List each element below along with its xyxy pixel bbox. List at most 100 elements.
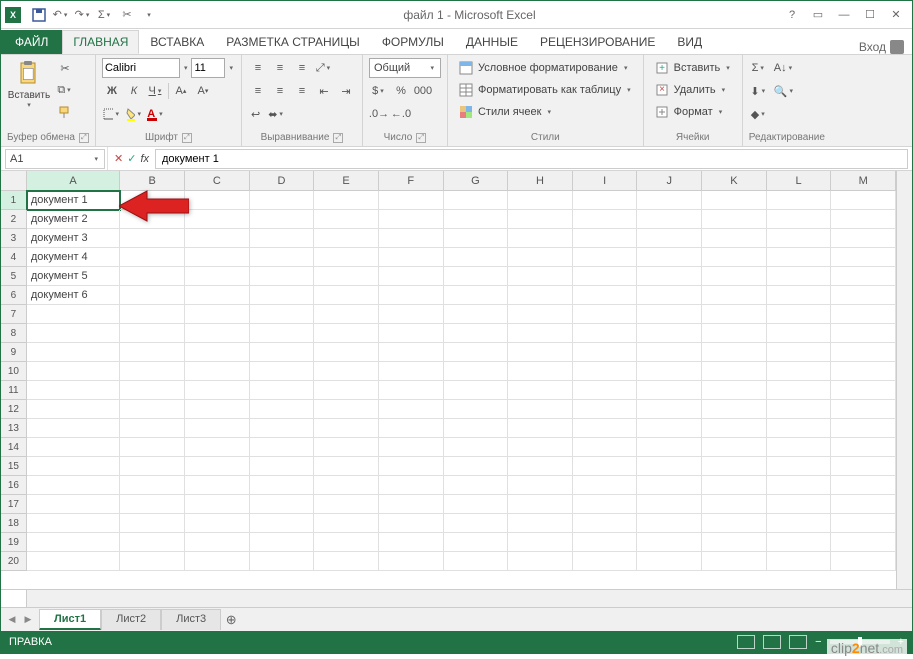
cell[interactable] [508, 381, 573, 400]
paste-button[interactable]: Вставить ▾ [7, 58, 51, 130]
cell[interactable] [314, 400, 379, 419]
column-header[interactable]: D [250, 171, 315, 190]
cell[interactable] [120, 533, 185, 552]
cell[interactable] [831, 476, 896, 495]
cell[interactable] [185, 514, 250, 533]
cell[interactable] [508, 286, 573, 305]
cell[interactable] [444, 248, 509, 267]
cell[interactable] [444, 495, 509, 514]
cell[interactable] [250, 210, 315, 229]
currency-button[interactable]: $▾ [369, 81, 389, 101]
row-header[interactable]: 14 [1, 438, 27, 457]
column-header[interactable]: I [573, 171, 638, 190]
cell[interactable] [508, 438, 573, 457]
row-header[interactable]: 1 [1, 191, 27, 210]
number-format-select[interactable]: Общий▾ [369, 58, 441, 78]
cell[interactable] [637, 324, 702, 343]
row-header[interactable]: 18 [1, 514, 27, 533]
cell[interactable] [702, 229, 767, 248]
column-header[interactable]: K [702, 171, 767, 190]
cell[interactable] [508, 419, 573, 438]
cell[interactable] [185, 286, 250, 305]
cell[interactable] [702, 495, 767, 514]
cell[interactable] [314, 324, 379, 343]
row-header[interactable]: 9 [1, 343, 27, 362]
row-header[interactable]: 7 [1, 305, 27, 324]
cell[interactable] [444, 476, 509, 495]
row-header[interactable]: 2 [1, 210, 27, 229]
cell[interactable] [379, 267, 444, 286]
row-header[interactable]: 20 [1, 552, 27, 571]
clipboard-launcher[interactable]: ⤢ [79, 133, 89, 143]
column-header[interactable]: H [508, 171, 573, 190]
cell[interactable] [379, 514, 444, 533]
cell[interactable] [573, 457, 638, 476]
cell[interactable] [508, 343, 573, 362]
cell[interactable] [185, 343, 250, 362]
view-pagebreak-button[interactable] [789, 635, 807, 649]
clear-button[interactable]: ◆▾ [749, 104, 769, 124]
cell[interactable] [185, 438, 250, 457]
sheet-nav-next[interactable]: ▶ [21, 613, 35, 627]
format-painter-button[interactable] [55, 102, 75, 122]
cell[interactable] [444, 343, 509, 362]
cell[interactable] [637, 457, 702, 476]
cell[interactable] [185, 191, 250, 210]
column-header[interactable]: J [637, 171, 702, 190]
cell[interactable] [573, 438, 638, 457]
name-box[interactable]: A1▾ [5, 149, 105, 169]
cell[interactable] [444, 514, 509, 533]
cell[interactable] [767, 324, 832, 343]
cell[interactable] [508, 495, 573, 514]
cell[interactable] [831, 248, 896, 267]
cell[interactable] [573, 305, 638, 324]
cell[interactable] [831, 362, 896, 381]
undo-qat[interactable]: ↶▾ [51, 5, 71, 25]
cell[interactable] [767, 476, 832, 495]
cell[interactable] [702, 419, 767, 438]
cell[interactable] [444, 286, 509, 305]
cell[interactable] [120, 324, 185, 343]
cell[interactable] [250, 248, 315, 267]
cell[interactable] [120, 362, 185, 381]
cell[interactable] [250, 514, 315, 533]
cell[interactable] [27, 381, 120, 400]
cell[interactable]: документ 6 [27, 286, 120, 305]
cell[interactable] [27, 476, 120, 495]
cell[interactable] [508, 400, 573, 419]
cell[interactable] [637, 286, 702, 305]
cell[interactable] [27, 324, 120, 343]
ribbon-tab-вставка[interactable]: ВСТАВКА [139, 30, 215, 54]
align-launcher[interactable]: ⤢ [333, 133, 343, 143]
cell[interactable] [379, 248, 444, 267]
cell[interactable] [702, 514, 767, 533]
font-name-select[interactable] [102, 58, 180, 78]
login-link[interactable]: Вход [859, 40, 886, 54]
cell[interactable] [831, 400, 896, 419]
decrease-decimal-button[interactable]: ←.0 [391, 104, 411, 124]
cell[interactable] [250, 362, 315, 381]
sheet-tab[interactable]: Лист3 [161, 609, 221, 630]
cell[interactable] [379, 305, 444, 324]
cell[interactable] [185, 229, 250, 248]
cell[interactable] [702, 267, 767, 286]
ribbon-tab-данные[interactable]: ДАННЫЕ [455, 30, 529, 54]
cell[interactable] [573, 210, 638, 229]
cell[interactable] [27, 400, 120, 419]
cell[interactable] [379, 229, 444, 248]
cell[interactable] [379, 533, 444, 552]
cell[interactable] [573, 381, 638, 400]
minimize-button[interactable]: — [832, 5, 856, 25]
cell[interactable] [573, 324, 638, 343]
cell[interactable] [250, 495, 315, 514]
cell[interactable] [379, 286, 444, 305]
cell[interactable] [379, 324, 444, 343]
row-header[interactable]: 11 [1, 381, 27, 400]
cell[interactable] [379, 476, 444, 495]
sort-filter-button[interactable]: A↓▾ [771, 58, 797, 78]
cell[interactable] [379, 552, 444, 571]
cell[interactable] [250, 400, 315, 419]
cell[interactable] [444, 191, 509, 210]
file-tab[interactable]: ФАЙЛ [1, 30, 62, 54]
cell[interactable] [185, 400, 250, 419]
